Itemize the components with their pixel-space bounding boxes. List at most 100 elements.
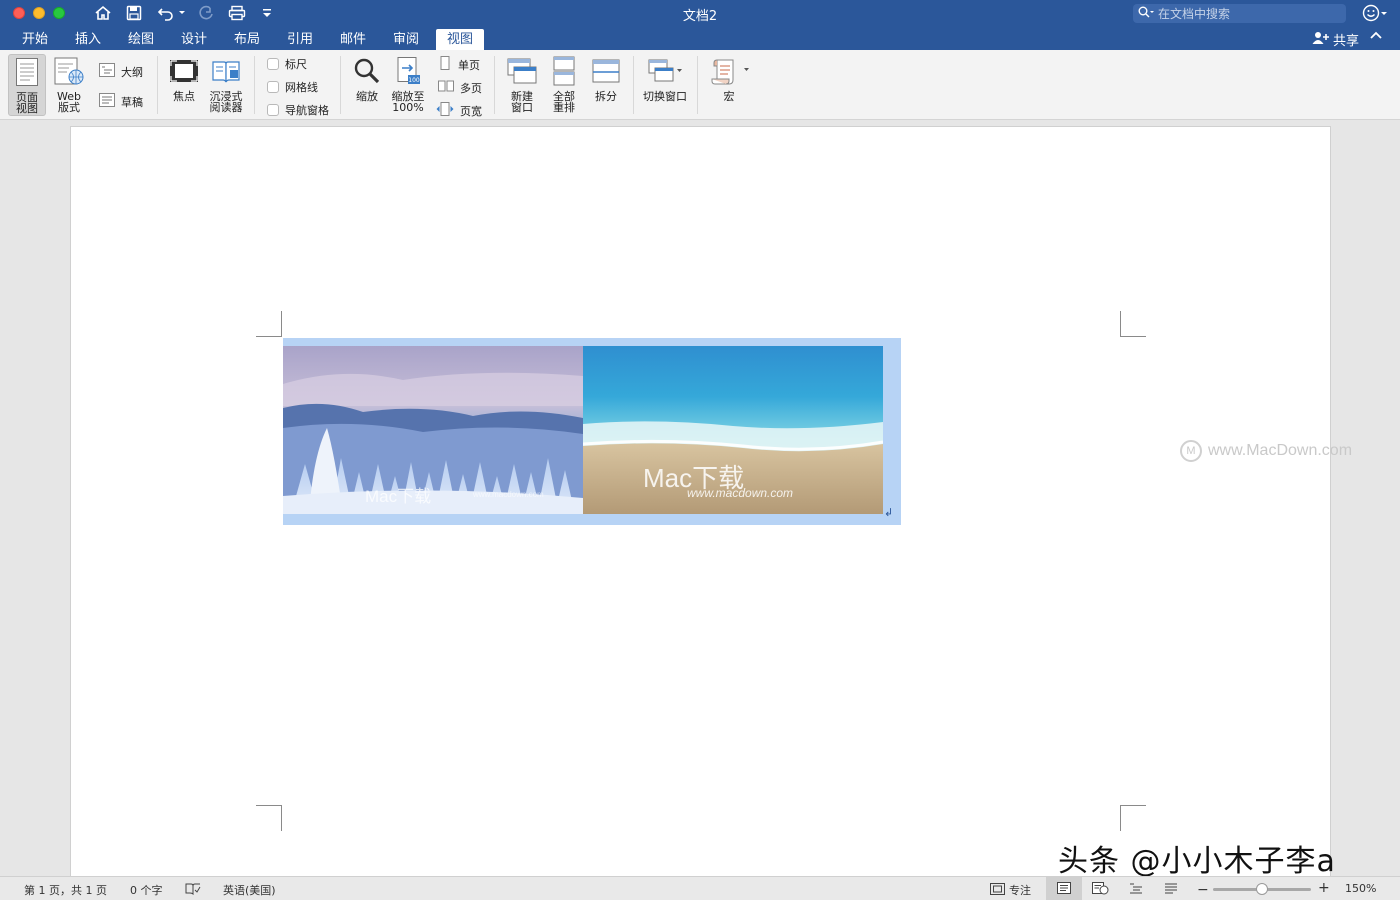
focus-button[interactable]: 焦点	[166, 54, 202, 102]
nav-pane-checkbox[interactable]: 导航窗格	[267, 102, 329, 118]
tab-insert[interactable]: 插入	[67, 29, 109, 50]
switch-window-icon	[642, 54, 688, 88]
page-view-button[interactable]: 页面 视图	[8, 54, 46, 116]
web-layout-button[interactable]: Web 版式	[51, 54, 87, 113]
print-icon[interactable]	[227, 3, 247, 23]
zoom-100-label: 缩放至 100%	[391, 90, 425, 114]
share-button[interactable]: 共享	[1312, 30, 1359, 49]
language-indicator[interactable]: 英语(美国)	[223, 882, 276, 898]
customize-toolbar-icon[interactable]	[260, 3, 274, 23]
margin-mark-bottom-left	[256, 805, 282, 831]
search-box[interactable]	[1133, 4, 1346, 23]
arrange-all-button[interactable]: 全部 重排	[546, 54, 582, 113]
tab-design[interactable]: 设计	[173, 29, 215, 50]
tab-references[interactable]: 引用	[279, 29, 321, 50]
nav-pane-label: 导航窗格	[285, 104, 329, 117]
feedback-smiley-icon[interactable]	[1362, 4, 1388, 25]
zoom-100-icon: 100	[391, 54, 425, 88]
outline-label: 大纲	[121, 65, 143, 79]
snow-image-watermark-url: www.macdown.com	[473, 490, 544, 499]
ribbon-separator	[340, 56, 341, 114]
multi-page-button[interactable]: 多页	[438, 79, 482, 96]
draft-view-icon[interactable]	[1164, 882, 1178, 894]
page-view-icon	[10, 55, 44, 89]
one-page-button[interactable]: 单页	[438, 56, 480, 73]
ruler-check-box[interactable]	[267, 58, 279, 70]
focus-icon	[167, 54, 201, 88]
share-label: 共享	[1333, 34, 1360, 49]
zoom-button[interactable]: 缩放	[349, 54, 385, 102]
focus-mode-label: 专注	[1009, 884, 1031, 897]
tab-review[interactable]: 审阅	[385, 29, 427, 50]
macros-label: 宏	[723, 90, 735, 103]
new-window-button[interactable]: 新建 窗口	[504, 54, 540, 113]
zoom-slider-thumb[interactable]	[1256, 883, 1268, 895]
magnifier-icon	[350, 54, 384, 88]
collapse-ribbon-icon[interactable]	[1370, 30, 1382, 44]
site-watermark-text: www.MacDown.com	[1208, 442, 1353, 459]
snow-image-watermark: Mac下载	[365, 487, 432, 506]
minimize-window-button[interactable]	[33, 7, 45, 19]
nav-pane-check-box[interactable]	[267, 104, 279, 116]
home-icon[interactable]	[93, 3, 113, 23]
tab-mailings[interactable]: 邮件	[332, 29, 374, 50]
document-page[interactable]: Mac下载 www.macdown.com Mac下载 www.macdown.…	[70, 126, 1331, 886]
page-width-button[interactable]: 页宽	[436, 102, 482, 119]
undo-icon[interactable]	[155, 3, 177, 23]
tab-home[interactable]: 开始	[14, 29, 56, 50]
ribbon-view: 页面 视图 Web 版式 大纲 草稿 焦点 沉浸式 阅读器 标尺 网格线 导航窗…	[0, 50, 1400, 120]
split-button[interactable]: 拆分	[588, 54, 624, 102]
maximize-window-button[interactable]	[53, 7, 65, 19]
undo-dropdown-icon[interactable]	[177, 3, 187, 23]
tab-draw[interactable]: 绘图	[120, 29, 162, 50]
author-watermark: 头条 @小小木子李a	[1058, 844, 1336, 879]
margin-mark-top-left	[256, 311, 282, 337]
arrange-all-icon	[547, 54, 581, 88]
search-input[interactable]	[1158, 6, 1338, 21]
outline-button[interactable]: 大纲	[99, 63, 143, 80]
gridlines-check-box[interactable]	[267, 81, 279, 93]
zoom-level[interactable]: 150%	[1345, 882, 1376, 895]
ribbon-separator	[157, 56, 158, 114]
zoom-out-button[interactable]: −	[1197, 882, 1209, 898]
snowy-forest-image[interactable]: Mac下载 www.macdown.com	[283, 346, 583, 514]
redo-icon[interactable]	[196, 3, 216, 23]
word-count[interactable]: 0 个字	[130, 882, 163, 898]
zoom-in-button[interactable]: +	[1318, 880, 1330, 896]
margin-mark-top-right	[1120, 311, 1146, 337]
tab-view[interactable]: 视图	[436, 29, 485, 50]
ruler-checkbox[interactable]: 标尺	[267, 56, 307, 72]
ribbon-separator	[633, 56, 634, 114]
selected-paragraph[interactable]: Mac下载 www.macdown.com Mac下载 www.macdown.…	[283, 338, 901, 525]
macros-button[interactable]: 宏	[706, 54, 752, 102]
page-view-label: 页面 视图	[16, 91, 38, 115]
print-layout-icon[interactable]	[1057, 882, 1071, 894]
title-bar: 文档2	[0, 0, 1400, 27]
switch-window-button[interactable]: 切换窗口	[640, 54, 690, 102]
ribbon-separator	[494, 56, 495, 114]
save-icon[interactable]	[124, 3, 144, 23]
web-layout-view-icon[interactable]	[1092, 882, 1109, 895]
document-canvas[interactable]: Mac下载 www.macdown.com Mac下载 www.macdown.…	[0, 121, 1400, 886]
zoom-100-button[interactable]: 100 缩放至 100%	[389, 54, 427, 113]
beach-image-watermark-url: www.macdown.com	[687, 486, 794, 500]
page-width-icon	[436, 102, 454, 119]
paragraph-mark-icon: ↲	[884, 506, 894, 519]
page-count[interactable]: 第 1 页，共 1 页	[24, 882, 107, 898]
proofing-icon[interactable]	[185, 882, 201, 895]
tab-layout[interactable]: 布局	[226, 29, 268, 50]
beach-image[interactable]: Mac下载 www.macdown.com	[583, 346, 883, 514]
focus-mode-button[interactable]: 专注	[990, 882, 1031, 898]
outline-view-icon[interactable]	[1129, 882, 1143, 894]
gridlines-label: 网格线	[285, 81, 318, 94]
ruler-label: 标尺	[285, 58, 307, 71]
gridlines-checkbox[interactable]: 网格线	[267, 79, 318, 95]
close-window-button[interactable]	[13, 7, 25, 19]
svg-text:100: 100	[408, 77, 420, 84]
site-watermark-logo-icon: M	[1180, 440, 1202, 462]
multi-page-icon	[438, 79, 454, 96]
immersive-reader-button[interactable]: 沉浸式 阅读器	[206, 54, 246, 113]
site-watermark: M www.MacDown.com	[1180, 440, 1352, 462]
one-page-icon	[438, 56, 452, 73]
draft-button[interactable]: 草稿	[99, 93, 143, 110]
